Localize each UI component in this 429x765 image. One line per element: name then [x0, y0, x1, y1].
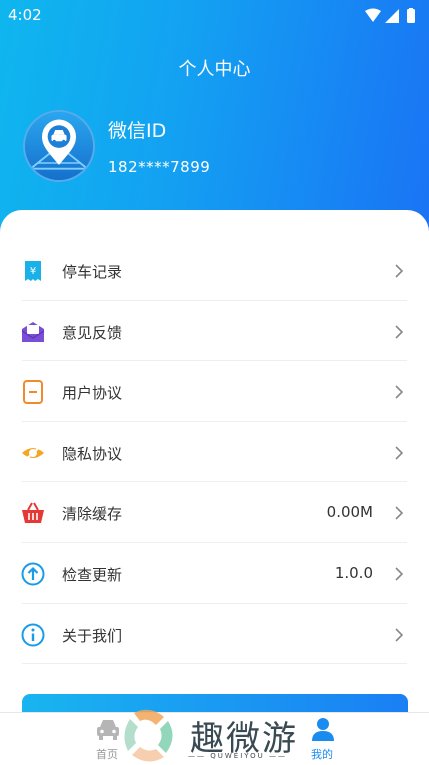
svg-text:¥: ¥ [30, 266, 36, 277]
cache-size-value: 0.00M [326, 503, 373, 522]
menu-item-about-us[interactable]: 关于我们 [0, 604, 429, 665]
chevron-right-icon [395, 385, 403, 399]
status-icons [365, 8, 415, 23]
eye-slash-icon [22, 444, 44, 462]
watermark-logo-icon [124, 709, 173, 762]
chevron-right-icon [395, 446, 403, 460]
status-time: 4:02 [8, 6, 42, 24]
status-bar: 4:02 [0, 0, 429, 30]
version-value: 1.0.0 [334, 563, 373, 582]
menu-item-label: 关于我们 [62, 626, 123, 645]
settings-menu: ¥ 停车记录 意见反馈 用户协议 隐私协议 清除缓存 0.00M 检查更新 1.… [0, 240, 429, 665]
menu-item-check-update[interactable]: 检查更新 1.0.0 [0, 543, 429, 604]
menu-item-label: 检查更新 [62, 565, 123, 584]
wifi-icon [365, 8, 381, 22]
chevron-right-icon [395, 264, 403, 278]
watermark: 趣微游 —— QUWEIYOU —— [120, 707, 320, 765]
menu-item-label: 意见反馈 [62, 323, 123, 342]
menu-item-label: 停车记录 [62, 263, 123, 281]
menu-item-label: 隐私协议 [62, 444, 123, 463]
menu-item-privacy-agreement[interactable]: 隐私协议 [0, 422, 429, 483]
menu-item-clear-cache[interactable]: 清除缓存 0.00M [0, 482, 429, 543]
chevron-right-icon [395, 506, 403, 520]
user-phone: 182****7899 [108, 158, 211, 176]
menu-item-user-agreement[interactable]: 用户协议 [0, 361, 429, 422]
battery-icon [407, 9, 415, 23]
chevron-right-icon [395, 325, 403, 339]
divider [22, 663, 407, 665]
envelope-icon [21, 321, 45, 342]
info-circle-icon [21, 623, 45, 647]
watermark-subtext: —— QUWEIYOU —— [188, 752, 288, 760]
avatar[interactable] [23, 110, 95, 182]
basket-icon [22, 502, 44, 524]
signal-icon [385, 9, 399, 23]
car-location-pin-icon [25, 112, 93, 180]
car-icon [97, 720, 119, 740]
chevron-right-icon [395, 627, 403, 642]
menu-item-label: 用户协议 [62, 384, 123, 403]
page-title: 个人中心 [178, 59, 251, 80]
document-icon [23, 380, 43, 405]
menu-item-parking-records[interactable]: ¥ 停车记录 [0, 240, 429, 301]
receipt-icon: ¥ [25, 261, 41, 281]
chevron-right-icon [395, 567, 403, 581]
user-name: 微信ID [108, 120, 167, 142]
menu-item-feedback[interactable]: 意见反馈 [0, 301, 429, 362]
menu-item-label: 清除缓存 [62, 505, 123, 524]
arrow-up-circle-icon [21, 562, 45, 586]
